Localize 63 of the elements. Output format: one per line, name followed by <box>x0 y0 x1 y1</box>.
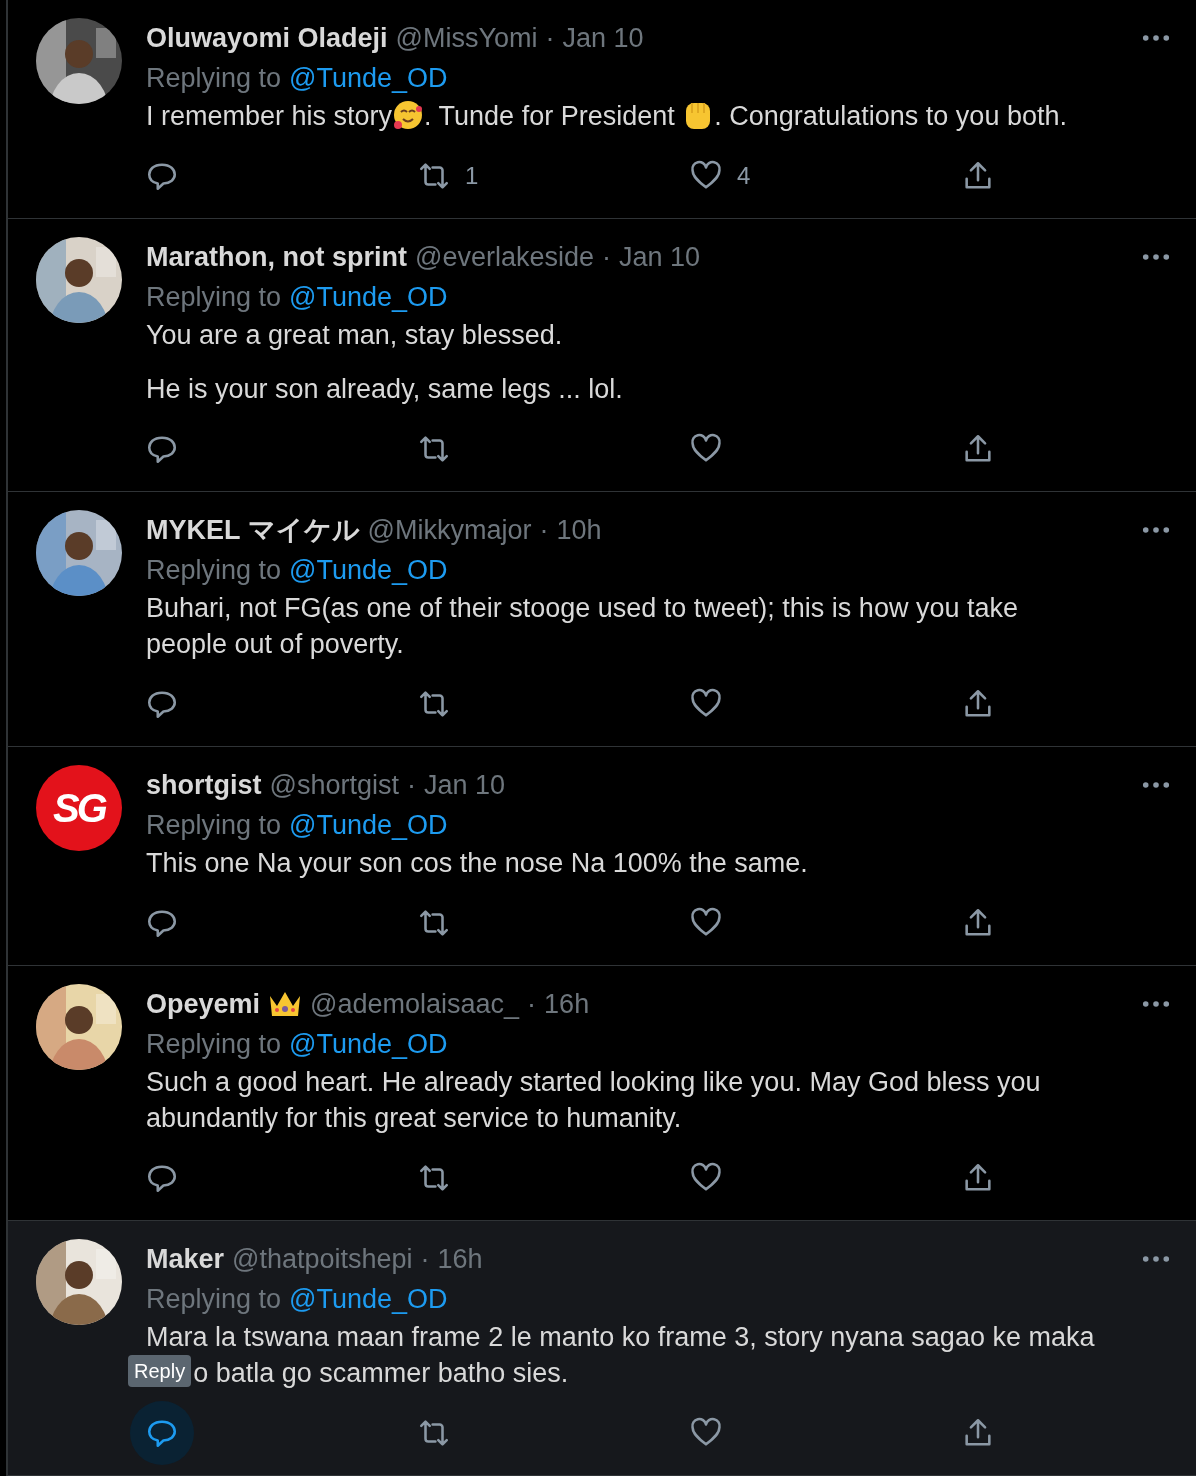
user-handle[interactable]: @Mikkymajor <box>367 514 532 546</box>
more-icon[interactable] <box>1142 253 1170 261</box>
replying-label: Replying to <box>146 809 282 841</box>
retweet-count: 1 <box>465 162 479 190</box>
tweet-text: Such a good heart. He already started looking like you. May God bless you abundantly for this great service to humanity. <box>146 1067 1041 1133</box>
tweet-text: He is your son already, same legs ... lol. <box>146 374 623 404</box>
tweet-card[interactable]: Marathon, not sprint @everlakeside · Jan 10 Replying to @Tunde_OD You are a great man, stay blessed. He is your son already, same legs ... lol. <box>8 219 1196 492</box>
more-icon[interactable] <box>1142 1255 1170 1263</box>
like-count: 4 <box>737 162 751 190</box>
tweet-text: . Tunde for President <box>424 101 676 131</box>
tweet-time[interactable]: Jan 10 <box>423 769 506 801</box>
user-name[interactable]: Maker <box>146 1243 225 1275</box>
tooltip: Reply <box>128 1355 192 1387</box>
replying-label: Replying to <box>146 62 282 94</box>
replying-label: Replying to <box>146 554 282 586</box>
tweet-time[interactable]: Jan 10 <box>619 241 701 273</box>
user-handle[interactable]: @MissYomi <box>395 22 538 54</box>
user-name[interactable]: Opeyemi <box>146 988 261 1020</box>
tweet-card[interactable]: MYKEL マイケル @Mikkymajor · 10h Replying to @Tunde_OD Buhari, not FG(as one of their stooge used to tweet); this is how you take people out of poverty. <box>8 492 1196 747</box>
tweet-text: This one Na your son cos the nose Na 100% the same. <box>146 848 808 878</box>
tweet-text: o batla go scammer batho sies. <box>193 1358 569 1388</box>
more-icon[interactable] <box>1142 781 1170 789</box>
user-name[interactable]: Marathon, not sprint <box>146 241 407 273</box>
tweet-text: You are a great man, stay blessed. <box>146 320 563 350</box>
tweet-text: Mara la tswana maan frame 2 le manto ko frame 3, story nyana sagao ke maka <box>146 1322 1095 1352</box>
separator-dot: · <box>545 22 555 54</box>
separator-dot: · <box>420 1243 430 1275</box>
tweet-time[interactable]: Jan 10 <box>562 22 644 54</box>
user-handle[interactable]: @ademolaisaac_ <box>310 988 520 1020</box>
mention-link[interactable]: @Tunde_OD <box>289 1283 448 1315</box>
user-handle[interactable]: @everlakeside <box>415 241 594 273</box>
tweet-card[interactable]: Opeyemi @ademolaisaac_ · 16h Replying to @Tunde_OD Such a good heart. He already started looking like you. May God bless you abundantly for this great service to humanity. <box>8 966 1196 1221</box>
mention-link[interactable]: @Tunde_OD <box>289 809 448 841</box>
user-handle[interactable]: @shortgist <box>269 769 399 801</box>
separator-dot: · <box>527 988 537 1020</box>
user-name[interactable]: Oluwayomi Oladeji <box>146 22 388 54</box>
mention-link[interactable]: @Tunde_OD <box>289 1028 448 1060</box>
logo-avatar[interactable]: SG <box>36 765 122 851</box>
separator-dot: · <box>602 241 611 273</box>
tweet-text: . Congratulations to you both. <box>714 101 1067 131</box>
more-icon[interactable] <box>1142 526 1170 534</box>
user-name[interactable]: shortgist <box>146 769 262 801</box>
tweet-card[interactable]: SG shortgist @shortgist · Jan 10 Replying to @Tunde_OD This one Na your son cos the nose Na 100% the same. <box>8 747 1196 966</box>
replying-label: Replying to <box>146 281 282 313</box>
replying-label: Replying to <box>146 1028 282 1060</box>
mention-link[interactable]: @Tunde_OD <box>289 281 448 313</box>
user-handle[interactable]: @thatpoitshepi <box>232 1243 413 1275</box>
mention-link[interactable]: @Tunde_OD <box>289 554 448 586</box>
tweet-time[interactable]: 10h <box>556 514 602 546</box>
separator-dot: · <box>406 769 416 801</box>
tweet-time[interactable]: 16h <box>544 988 590 1020</box>
tweet-time[interactable]: 16h <box>437 1243 483 1275</box>
tweet-text: Buhari, not FG(as one of their stooge used to tweet); this is how you take people out of poverty. <box>146 593 1018 659</box>
tweet-card[interactable]: Oluwayomi Oladeji @MissYomi · Jan 10 Replying to @Tunde_OD I remember his story . Tunde for President . Congratulations to you both. 1 4 <box>8 0 1196 219</box>
smiling-face-icon <box>392 99 425 131</box>
more-icon[interactable] <box>1142 1000 1170 1008</box>
separator-dot: · <box>539 514 549 546</box>
more-icon[interactable] <box>1142 34 1170 42</box>
tweet-text: I remember his story <box>146 101 393 131</box>
user-name[interactable]: MYKEL マイケル <box>146 512 360 548</box>
mention-link[interactable]: @Tunde_OD <box>289 62 448 94</box>
tweet-card[interactable]: Maker @thatpoitshepi · 16h Replying to @Tunde_OD Mara la tswana maan frame 2 le manto ko frame 3, story nyana sagao ke maka Reply o batla go scammer batho sies. <box>8 1221 1196 1476</box>
replying-label: Replying to <box>146 1283 282 1315</box>
